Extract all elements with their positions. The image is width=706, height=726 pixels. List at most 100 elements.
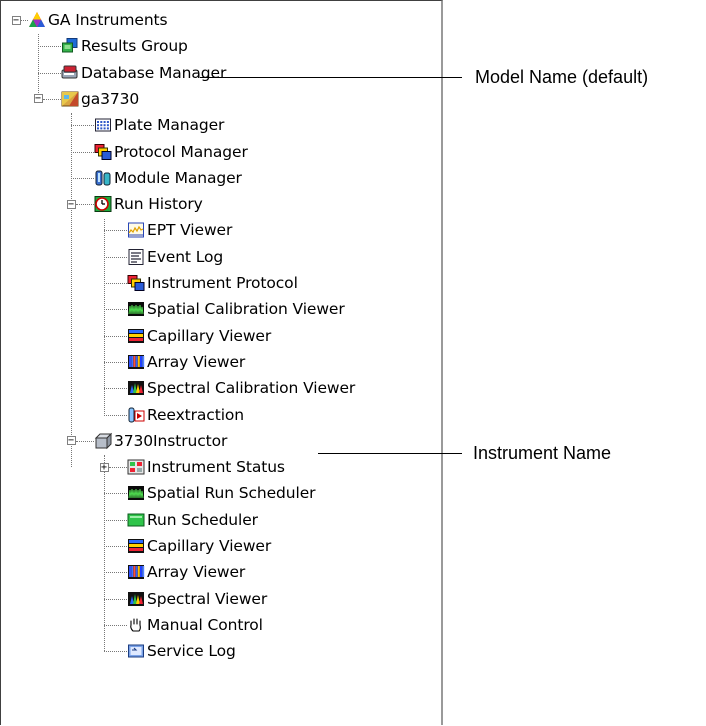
collapse-toggle[interactable]: − <box>66 436 76 446</box>
tree-guide-line <box>104 455 105 652</box>
instrument-protocol-icon <box>127 274 145 292</box>
tree-node-3730instructor[interactable]: 3730Instructor <box>94 430 227 452</box>
spectral-viewer-icon <box>127 590 145 608</box>
run-scheduler-icon <box>127 511 145 529</box>
tree-guide-line <box>104 256 127 258</box>
tree-guide-line <box>38 46 61 48</box>
capillary-viewer-icon <box>127 327 145 345</box>
database-manager-icon <box>61 64 79 82</box>
plate-manager-icon <box>94 116 112 134</box>
tree-node-spectral-viewer[interactable]: Spectral Viewer <box>127 588 267 610</box>
collapse-toggle[interactable]: − <box>66 199 76 209</box>
model-icon <box>61 90 79 108</box>
collapse-toggle[interactable]: − <box>11 15 21 25</box>
tree-node-protocol-manager[interactable]: Protocol Manager <box>94 141 248 163</box>
tree-guide-line <box>104 493 127 495</box>
tree-node-run-scheduler[interactable]: Run Scheduler <box>127 509 258 531</box>
tree-guide-line <box>76 440 94 442</box>
tree-node-label: Protocol Manager <box>114 142 248 161</box>
tree-node-label: Run History <box>114 195 203 214</box>
tree-node-instrument-status[interactable]: Instrument Status <box>127 456 285 478</box>
tree-guide-line <box>104 388 127 390</box>
callout-model-name: Model Name (default) <box>475 67 649 87</box>
tree-node-label: Plate Manager <box>114 116 225 135</box>
tree-node-label: Instrument Protocol <box>147 274 298 292</box>
reextraction-icon <box>127 406 145 424</box>
tree-guide-line <box>104 309 127 311</box>
collapse-toggle[interactable]: − <box>33 94 43 104</box>
tree-guide-line <box>71 151 94 153</box>
tree-node-label: Spectral Calibration Viewer <box>147 379 356 398</box>
array-viewer-icon <box>127 563 145 581</box>
tree-node-array-viewer[interactable]: Array Viewer <box>127 561 245 583</box>
tree-node-label: ga3730 <box>81 89 140 108</box>
tree-node-ga3730[interactable]: ga3730 <box>61 88 139 110</box>
tree-node-spatial-run-scheduler[interactable]: Spatial Run Scheduler <box>127 482 316 504</box>
tree-node-run-history[interactable]: Run History <box>94 193 203 215</box>
tree-node-spatial-calibration-viewer[interactable]: Spatial Calibration Viewer <box>127 298 345 320</box>
tree-node-array-viewer[interactable]: Array Viewer <box>127 351 245 373</box>
tree-guide-line <box>104 230 127 232</box>
tree-guide-line <box>71 177 94 179</box>
spectral-calibration-icon <box>127 379 145 397</box>
array-viewer-icon <box>127 353 145 371</box>
tree-node-label: Manual Control <box>147 615 263 634</box>
tree-node-capillary-viewer[interactable]: Capillary Viewer <box>127 535 271 557</box>
tree-guide-line <box>71 125 94 127</box>
tree-node-label: Reextraction <box>147 405 245 424</box>
tree-node-label: Results Group <box>81 37 188 56</box>
hand-icon <box>127 616 145 634</box>
tree-node-label: GA Instruments <box>48 11 168 29</box>
spatial-run-scheduler-icon <box>127 484 145 502</box>
tree-node-service-log[interactable]: Service Log <box>127 640 236 662</box>
tree-node-label: Spatial Calibration Viewer <box>147 300 345 319</box>
tree-node-plate-manager[interactable]: Plate Manager <box>94 114 224 136</box>
tree-guide-line <box>104 335 127 337</box>
tree-node-label: Instrument Status <box>147 458 285 477</box>
tree-node-database-manager[interactable]: Database Manager <box>61 62 226 84</box>
tree-guide-line <box>104 624 127 626</box>
tree-node-label: Event Log <box>147 247 224 266</box>
tree-guide-line <box>104 651 127 653</box>
spatial-calibration-icon <box>127 300 145 318</box>
tree-node-capillary-viewer[interactable]: Capillary Viewer <box>127 325 271 347</box>
tree-node-label: Array Viewer <box>147 352 246 371</box>
tree-node-label: Spectral Viewer <box>147 589 268 608</box>
tree-node-instrument-protocol[interactable]: Instrument Protocol <box>127 272 298 294</box>
tree-node-label: 3730Instructor <box>114 431 228 450</box>
tree-node-event-log[interactable]: Event Log <box>127 246 223 268</box>
tree-node-label: Database Manager <box>81 63 227 82</box>
tree-guide-line <box>21 20 28 21</box>
tree-guide-line <box>104 572 127 574</box>
tree-node-manual-control[interactable]: Manual Control <box>127 614 263 636</box>
tree-node-label: Service Log <box>147 642 236 661</box>
tree-node-label: Module Manager <box>114 168 242 187</box>
capillary-viewer-icon <box>127 537 145 555</box>
service-log-icon <box>127 642 145 660</box>
tree-guide-line <box>104 283 127 284</box>
tree-guide-line <box>76 204 94 206</box>
tree-node-label: Capillary Viewer <box>147 326 272 345</box>
tree-guide-line <box>104 546 127 547</box>
tree-guide-line <box>104 361 127 363</box>
tree-node-module-manager[interactable]: Module Manager <box>94 167 242 189</box>
tree-node-label: Capillary Viewer <box>147 537 272 555</box>
tree-node-spectral-calibration-viewer[interactable]: Spectral Calibration Viewer <box>127 377 355 399</box>
module-manager-icon <box>94 169 112 187</box>
expand-toggle[interactable]: + <box>99 462 109 472</box>
instrument-status-icon <box>127 458 145 476</box>
tree-node-label: Array Viewer <box>147 563 246 582</box>
ept-viewer-icon <box>127 221 145 239</box>
tree-node-ept-viewer[interactable]: EPT Viewer <box>127 219 232 241</box>
results-group-icon <box>61 37 79 55</box>
instrument-icon <box>94 432 112 450</box>
run-history-icon <box>94 195 112 213</box>
tree-node-ga-instruments[interactable]: GA Instruments <box>28 9 168 31</box>
tree-node-results-group[interactable]: Results Group <box>61 35 188 57</box>
tree-guide-line <box>71 113 72 468</box>
tree-guide-line <box>104 414 127 416</box>
tree-guide-line <box>43 98 61 100</box>
tree-node-reextraction[interactable]: Reextraction <box>127 404 244 426</box>
tree-node-label: EPT Viewer <box>147 221 233 240</box>
tree-guide-line <box>104 598 127 600</box>
